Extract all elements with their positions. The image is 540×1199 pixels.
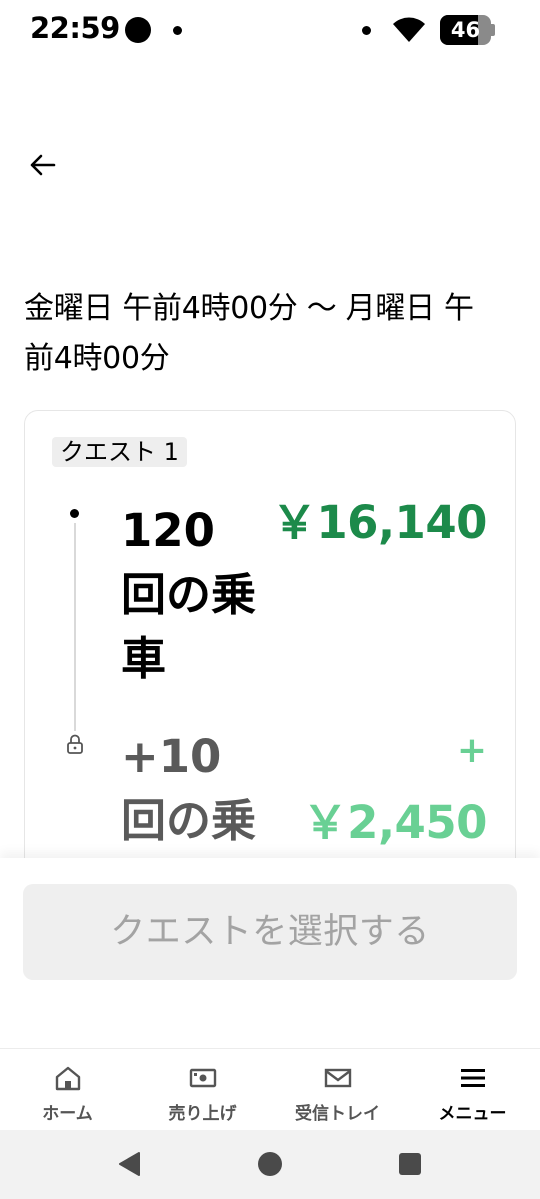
quest-schedule: 金曜日 午前4時00分 〜 月曜日 午前4時00分 bbox=[24, 291, 474, 376]
earnings-icon bbox=[189, 1068, 216, 1088]
timeline-dot-icon bbox=[70, 509, 79, 518]
nav-label-home: ホーム bbox=[42, 1104, 93, 1124]
quest-step-1-label: 120 回の乗車 bbox=[121, 504, 257, 685]
nav-label-earnings: 売り上げ bbox=[168, 1104, 237, 1124]
nav-item-menu[interactable]: メニュー bbox=[405, 1049, 540, 1131]
quest-tag: クエスト 1 bbox=[52, 437, 187, 467]
nav-item-earnings[interactable]: 売り上げ bbox=[135, 1049, 270, 1131]
system-recents-icon[interactable] bbox=[399, 1153, 421, 1175]
quest-detail-screen: 22:59 46 金曜日 午前4時00分 〜 月曜日 午前4時00分 クエスト … bbox=[0, 0, 540, 1199]
quest-step-2-amount: ￥2,450 bbox=[302, 796, 488, 849]
battery-level: 46 bbox=[450, 18, 481, 42]
status-time: 22:59 bbox=[30, 11, 120, 45]
nav-item-inbox[interactable]: 受信トレイ bbox=[270, 1049, 405, 1131]
nav-label-inbox: 受信トレイ bbox=[295, 1104, 380, 1124]
system-nav-bar bbox=[0, 1130, 540, 1199]
system-back-icon[interactable] bbox=[117, 1151, 141, 1177]
battery-icon: 46 bbox=[440, 15, 495, 45]
nav-item-home[interactable]: ホーム bbox=[0, 1049, 135, 1131]
timeline-line bbox=[74, 523, 76, 731]
select-quest-button[interactable]: クエストを選択する bbox=[23, 884, 517, 980]
nav-label-menu: メニュー bbox=[438, 1104, 507, 1124]
quest-step-2-plus: + bbox=[456, 730, 487, 771]
action-area: クエストを選択する bbox=[0, 858, 540, 1048]
notification-small-dot-icon bbox=[173, 26, 182, 35]
bottom-nav: ホーム 売り上げ 受信トレイ メニュー bbox=[0, 1048, 540, 1130]
home-icon bbox=[55, 1066, 80, 1091]
back-button[interactable] bbox=[20, 143, 64, 187]
quest-card[interactable]: クエスト 1 120 回の乗車 ￥16,140 +10 回の乗車 + ￥2,45… bbox=[24, 410, 516, 930]
status-indicator-dot-icon bbox=[362, 26, 371, 35]
menu-icon bbox=[460, 1069, 485, 1087]
quest-step-1-amount: ￥16,140 bbox=[271, 496, 488, 549]
mail-icon bbox=[324, 1068, 351, 1088]
wifi-icon bbox=[393, 17, 425, 42]
lock-icon bbox=[67, 734, 83, 754]
notification-dot-icon bbox=[125, 17, 151, 43]
status-bar: 22:59 46 bbox=[0, 0, 540, 62]
system-home-icon[interactable] bbox=[258, 1152, 282, 1176]
arrow-left-icon bbox=[30, 154, 56, 176]
